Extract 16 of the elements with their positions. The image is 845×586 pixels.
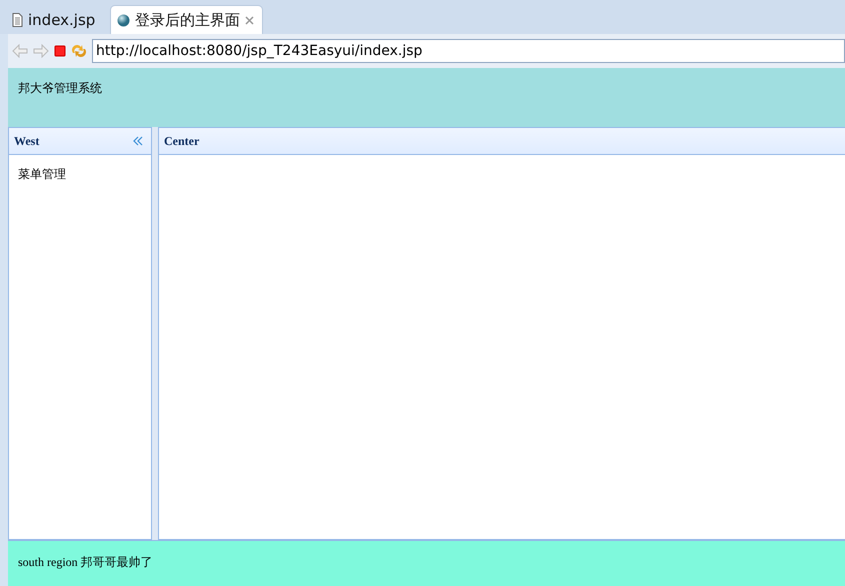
globe-icon [117,14,130,26]
editor-tab[interactable]: 登录后的主界面 [110,5,263,34]
menu-item[interactable]: 菜单管理 [18,167,66,181]
address-field[interactable]: http://localhost:8080/jsp_T243Easyui/index.jsp [92,39,845,63]
document-icon [12,12,23,26]
forward-arrow-icon[interactable] [33,44,49,58]
panel-title: West [14,134,40,148]
refresh-icon[interactable] [71,43,87,59]
editor-tab[interactable]: index.jsp [6,5,106,34]
stop-icon[interactable] [54,45,66,57]
panel-title: Center [164,134,200,148]
system-title: 邦大爷管理系统 [18,81,102,95]
back-arrow-icon[interactable] [12,44,28,58]
collapse-icon[interactable] [133,136,143,146]
close-icon[interactable] [245,16,254,24]
footer-text: south region 邦哥哥最帅了 [18,555,153,569]
